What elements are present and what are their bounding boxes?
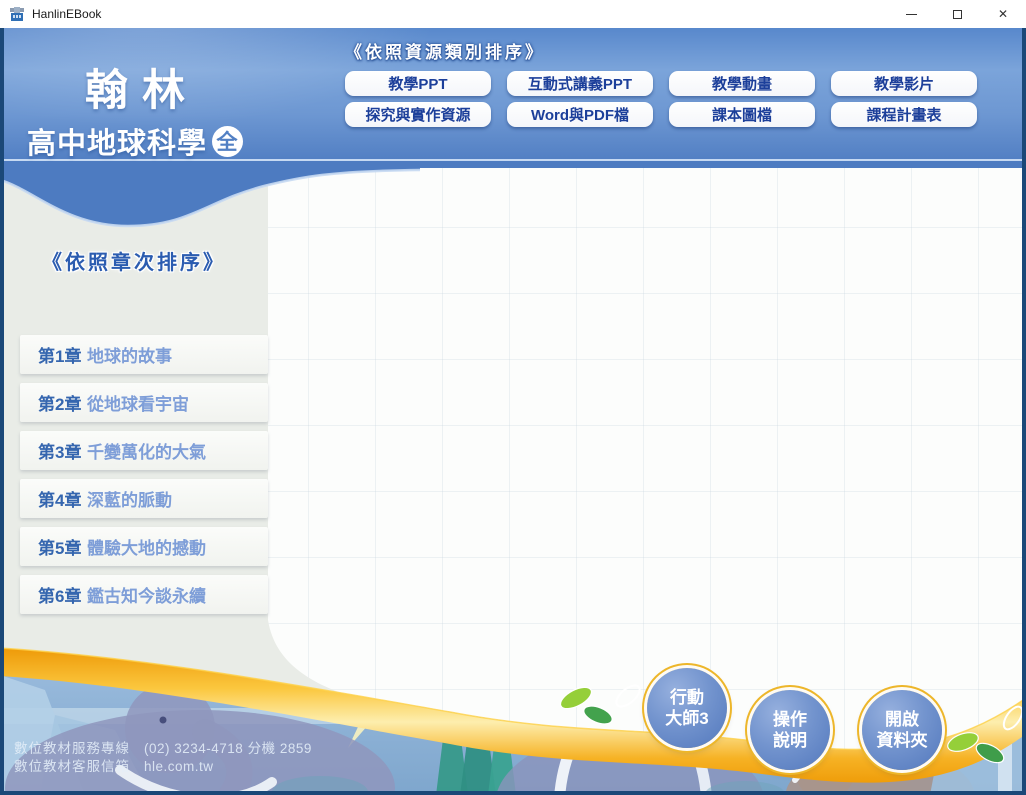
chapter-number: 第6章 [20, 582, 87, 607]
email-value: hle.com.tw [144, 759, 214, 774]
window-border-right [1022, 28, 1026, 795]
chapter-list: 第1章 地球的故事 第2章 從地球看宇宙 第3章 千變萬化的大氣 第4章 深藍的… [20, 335, 268, 623]
footer-contact: 數位教材服務專線 (02) 3234-4718 分機 2859 數位教材客服信箱 h… [14, 740, 312, 776]
resource-button-inquiry-practice[interactable]: 探究與實作資源 [345, 102, 491, 127]
resource-button-curriculum-plan[interactable]: 課程計畫表 [831, 102, 977, 127]
logo-subject: 高中地球科學 全 [0, 120, 270, 162]
hotline-value: (02) 3234-4718 分機 2859 [144, 741, 312, 756]
chapter-number: 第3章 [20, 438, 87, 463]
chapter-item-2[interactable]: 第2章 從地球看宇宙 [20, 383, 268, 422]
resource-section: 《依照資源類別排序》 教學PPT 互動式講義PPT 教學動畫 教學影片 探究與實… [345, 38, 977, 127]
window-border-bottom [0, 791, 1026, 795]
minimize-button[interactable] [888, 0, 934, 28]
mobile-master-button[interactable]: 行動 大師3 [647, 668, 727, 748]
header-banner: 翰林 高中地球科學 全 教學光碟 《依照資源類別排序》 教學PPT 互動式講義P… [0, 28, 1026, 168]
chapter-item-4[interactable]: 第4章 深藍的脈動 [20, 479, 268, 518]
brand-name: 翰林 [0, 56, 270, 118]
chapter-name: 千變萬化的大氣 [87, 438, 206, 463]
chapter-name: 從地球看宇宙 [87, 390, 189, 415]
logo-subject-text: 高中地球科學 [27, 120, 207, 162]
chapter-number: 第4章 [20, 486, 87, 511]
hotline-line: 數位教材服務專線 (02) 3234-4718 分機 2859 [14, 740, 312, 758]
app-window: HanlinEBook ✕ 翰林 高中地球科學 全 教學光碟 《依照資源類別排序… [0, 0, 1026, 795]
minimize-icon [906, 14, 917, 15]
resource-button-teaching-ppt[interactable]: 教學PPT [345, 71, 491, 96]
leaf-icon [581, 702, 614, 727]
close-button[interactable]: ✕ [980, 0, 1026, 28]
user-guide-button[interactable]: 操作 說明 [750, 690, 830, 770]
app-logo-icon [9, 6, 25, 22]
window-title: HanlinEBook [32, 7, 101, 21]
chapter-item-5[interactable]: 第5章 體驗大地的撼動 [20, 527, 268, 566]
mammoth-eye [160, 717, 167, 724]
resource-button-word-pdf[interactable]: Word與PDF檔 [507, 102, 653, 127]
chapter-sort-title: 《依照章次排序》 [0, 246, 268, 275]
hotline-label: 數位教材服務專線 [14, 741, 130, 756]
chapter-name: 地球的故事 [87, 342, 172, 367]
chapter-item-1[interactable]: 第1章 地球的故事 [20, 335, 268, 374]
window-titlebar[interactable]: HanlinEBook ✕ [0, 0, 1026, 28]
close-icon: ✕ [998, 8, 1008, 20]
resource-button-grid: 教學PPT 互動式講義PPT 教學動畫 教學影片 探究與實作資源 Word與PD… [345, 71, 977, 127]
resource-button-textbook-images[interactable]: 課本圖檔 [669, 102, 815, 127]
maximize-icon [953, 10, 962, 19]
edition-badge: 全 [212, 126, 243, 157]
chapter-number: 第2章 [20, 390, 87, 415]
maximize-button[interactable] [934, 0, 980, 28]
chapter-number: 第5章 [20, 534, 87, 559]
window-border-left [0, 28, 4, 795]
chapter-item-3[interactable]: 第3章 千變萬化的大氣 [20, 431, 268, 470]
chapter-item-6[interactable]: 第6章 鑑古知今談永續 [20, 575, 268, 614]
resource-button-teaching-animation[interactable]: 教學動畫 [669, 71, 815, 96]
resource-sort-title: 《依照資源類別排序》 [345, 38, 977, 63]
leaf-outline-icon [613, 682, 643, 711]
chapter-name: 體驗大地的撼動 [87, 534, 206, 559]
resource-button-teaching-video[interactable]: 教學影片 [831, 71, 977, 96]
email-line: 數位教材客服信箱 hle.com.tw [14, 758, 312, 776]
resource-button-interactive-lecture-ppt[interactable]: 互動式講義PPT [507, 71, 653, 96]
chapter-number: 第1章 [20, 342, 87, 367]
open-folder-button[interactable]: 開啟 資料夾 [862, 690, 942, 770]
window-controls: ✕ [888, 0, 1026, 28]
chapter-name: 鑑古知今談永續 [87, 582, 206, 607]
chapter-name: 深藍的脈動 [87, 486, 172, 511]
email-label: 數位教材客服信箱 [14, 759, 130, 774]
